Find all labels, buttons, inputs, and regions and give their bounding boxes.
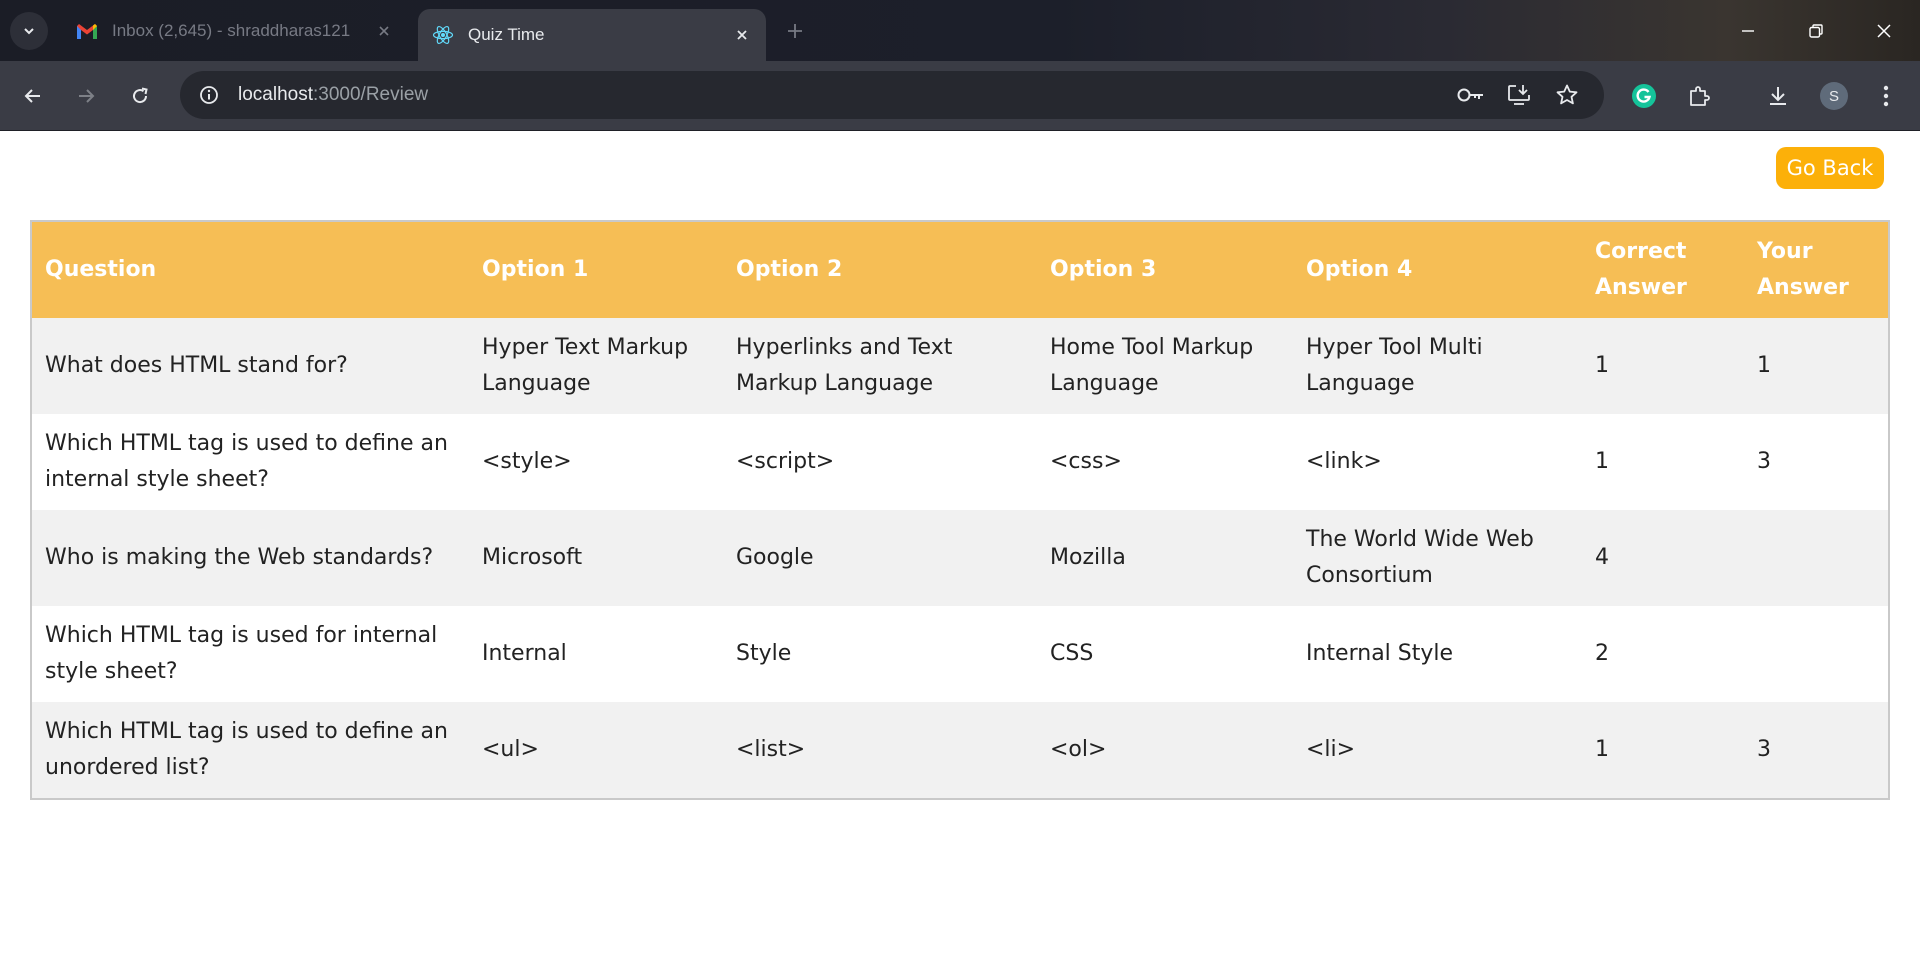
url-host: localhost [238,84,313,105]
table-row: Which HTML tag is used to define an inte… [31,414,1889,510]
option-1-cell: <ul> [469,702,723,799]
close-window-button[interactable] [1867,14,1901,48]
chevron-down-icon [24,28,34,35]
correct-answer-cell: 4 [1582,510,1744,606]
close-icon[interactable] [732,25,752,45]
forward-button[interactable] [68,78,104,114]
review-page: Go Back Question Option 1 Option 2 Optio… [0,131,1920,975]
react-icon [432,24,454,46]
your-answer-cell: 3 [1744,414,1889,510]
downloads-button[interactable] [1760,78,1796,114]
header-question: Question [31,221,469,318]
new-tab-button[interactable] [782,18,808,44]
tab-gmail[interactable]: Inbox (2,645) - shraddharas121 [62,10,408,52]
table-row: Which HTML tag is used to define an unor… [31,702,1889,799]
tab-title: Quiz Time [468,25,545,44]
url-text[interactable]: localhost:3000/Review [238,84,428,106]
option-3-cell: Mozilla [1037,510,1293,606]
header-correct-answer: Correct Answer [1582,221,1744,318]
back-button[interactable] [15,78,51,114]
site-info-button[interactable] [192,78,226,112]
option-3-cell: <ol> [1037,702,1293,799]
option-4-cell: The World Wide Web Consortium [1293,510,1582,606]
option-3-cell: CSS [1037,606,1293,702]
correct-answer-cell: 1 [1582,702,1744,799]
more-vert-icon [1883,85,1889,107]
extensions-button[interactable] [1681,78,1717,114]
password-key-button[interactable] [1455,79,1487,111]
option-2-cell: Hyperlinks and Text Markup Language [723,318,1037,414]
question-cell: What does HTML stand for? [31,318,469,414]
browser-titlebar: Inbox (2,645) - shraddharas121 Quiz Time [0,0,1920,61]
header-option-3: Option 3 [1037,221,1293,318]
close-icon[interactable] [374,21,394,41]
option-1-cell: Hyper Text Markup Language [469,318,723,414]
option-2-cell: <list> [723,702,1037,799]
arrow-left-icon [24,89,40,103]
tab-search-button[interactable] [10,12,48,50]
correct-answer-cell: 1 [1582,318,1744,414]
restore-button[interactable] [1799,14,1833,48]
correct-answer-cell: 1 [1582,414,1744,510]
option-3-cell: Home Tool Markup Language [1037,318,1293,414]
close-icon [1877,24,1891,38]
tab-quiz-time[interactable]: Quiz Time [418,9,766,61]
browser-menu-button[interactable] [1868,78,1904,114]
option-2-cell: <script> [723,414,1037,510]
key-icon [1457,88,1483,102]
table-row: Who is making the Web standards? Microso… [31,510,1889,606]
address-bar[interactable]: localhost:3000/Review [180,71,1604,119]
correct-answer-cell: 2 [1582,606,1744,702]
option-4-cell: <link> [1293,414,1582,510]
info-icon [200,86,218,104]
option-2-cell: Google [723,510,1037,606]
grammarly-icon [1632,84,1656,108]
gmail-icon [76,20,98,42]
plus-icon [788,24,802,38]
header-option-1: Option 1 [469,221,723,318]
install-app-button[interactable] [1503,79,1535,111]
reload-icon [133,87,148,104]
review-table: Question Option 1 Option 2 Option 3 Opti… [30,220,1890,800]
star-icon [1556,84,1578,105]
question-cell: Which HTML tag is used to define an unor… [31,702,469,799]
reload-button[interactable] [122,78,158,114]
minimize-icon [1742,30,1754,32]
arrow-right-icon [79,89,95,103]
option-4-cell: Hyper Tool Multi Language [1293,318,1582,414]
header-your-answer: Your Answer [1744,221,1889,318]
question-cell: Who is making the Web standards? [31,510,469,606]
browser-toolbar: localhost:3000/Review S [0,61,1920,131]
table-header-row: Question Option 1 Option 2 Option 3 Opti… [31,221,1889,318]
go-back-button[interactable]: Go Back [1776,147,1884,189]
restore-icon [1809,24,1823,38]
minimize-button[interactable] [1731,14,1765,48]
your-answer-cell: 3 [1744,702,1889,799]
install-icon [1508,85,1530,105]
url-path: :3000/Review [313,84,429,105]
option-4-cell: <li> [1293,702,1582,799]
question-cell: Which HTML tag is used for internal styl… [31,606,469,702]
puzzle-icon [1690,86,1710,106]
header-option-2: Option 2 [723,221,1037,318]
option-4-cell: Internal Style [1293,606,1582,702]
option-2-cell: Style [723,606,1037,702]
question-cell: Which HTML tag is used to define an inte… [31,414,469,510]
your-answer-cell [1744,606,1889,702]
option-1-cell: Internal [469,606,723,702]
bookmark-star-button[interactable] [1551,79,1583,111]
option-1-cell: Microsoft [469,510,723,606]
grammarly-extension-button[interactable] [1626,78,1662,114]
option-1-cell: <style> [469,414,723,510]
your-answer-cell [1744,510,1889,606]
header-option-4: Option 4 [1293,221,1582,318]
profile-avatar[interactable]: S [1820,82,1848,110]
table-row: Which HTML tag is used for internal styl… [31,606,1889,702]
your-answer-cell: 1 [1744,318,1889,414]
option-3-cell: <css> [1037,414,1293,510]
table-row: What does HTML stand for? Hyper Text Mar… [31,318,1889,414]
tab-title: Inbox (2,645) - shraddharas121 [112,21,351,40]
download-icon [1770,87,1786,105]
